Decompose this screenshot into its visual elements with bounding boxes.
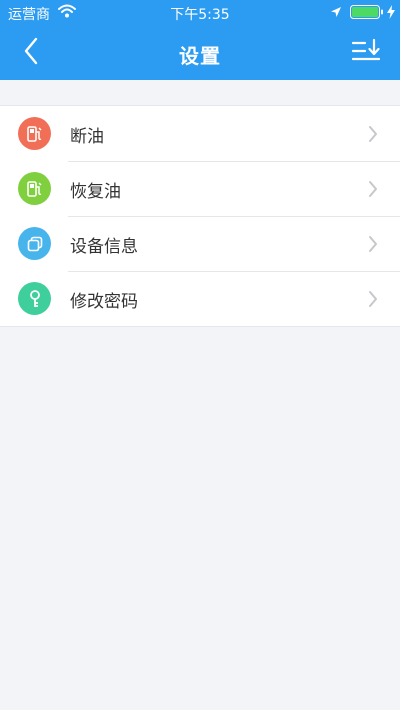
settings-item-label: 设备信息 <box>70 237 138 257</box>
settings-list: 断油 恢复油 设备信息 修改密码 <box>0 105 400 327</box>
fuel-restore-icon <box>18 172 51 205</box>
settings-item-fuel-cut[interactable]: 断油 <box>0 106 400 161</box>
sort-list-icon <box>351 38 381 68</box>
status-bar: 运营商 下午5:35 <box>0 0 400 26</box>
settings-item-label: 断油 <box>70 127 104 147</box>
chevron-right-icon <box>368 290 378 312</box>
location-icon <box>330 6 342 22</box>
settings-item-change-password[interactable]: 修改密码 <box>0 271 400 326</box>
settings-item-label: 恢复油 <box>70 182 121 202</box>
fuel-cut-icon <box>18 117 51 150</box>
key-icon <box>18 282 51 315</box>
chevron-right-icon <box>368 235 378 257</box>
nav-bar: 设置 <box>0 26 400 80</box>
settings-item-label: 修改密码 <box>70 292 138 312</box>
settings-item-fuel-restore[interactable]: 恢复油 <box>0 161 400 216</box>
sort-button[interactable] <box>348 36 384 70</box>
charging-icon <box>386 5 396 23</box>
chevron-right-icon <box>368 180 378 202</box>
top-bar: 运营商 下午5:35 设置 <box>0 0 400 80</box>
settings-item-device-info[interactable]: 设备信息 <box>0 216 400 271</box>
chevron-right-icon <box>368 125 378 147</box>
page-title: 设置 <box>179 44 221 68</box>
device-info-icon <box>18 227 51 260</box>
battery-icon <box>350 5 384 23</box>
